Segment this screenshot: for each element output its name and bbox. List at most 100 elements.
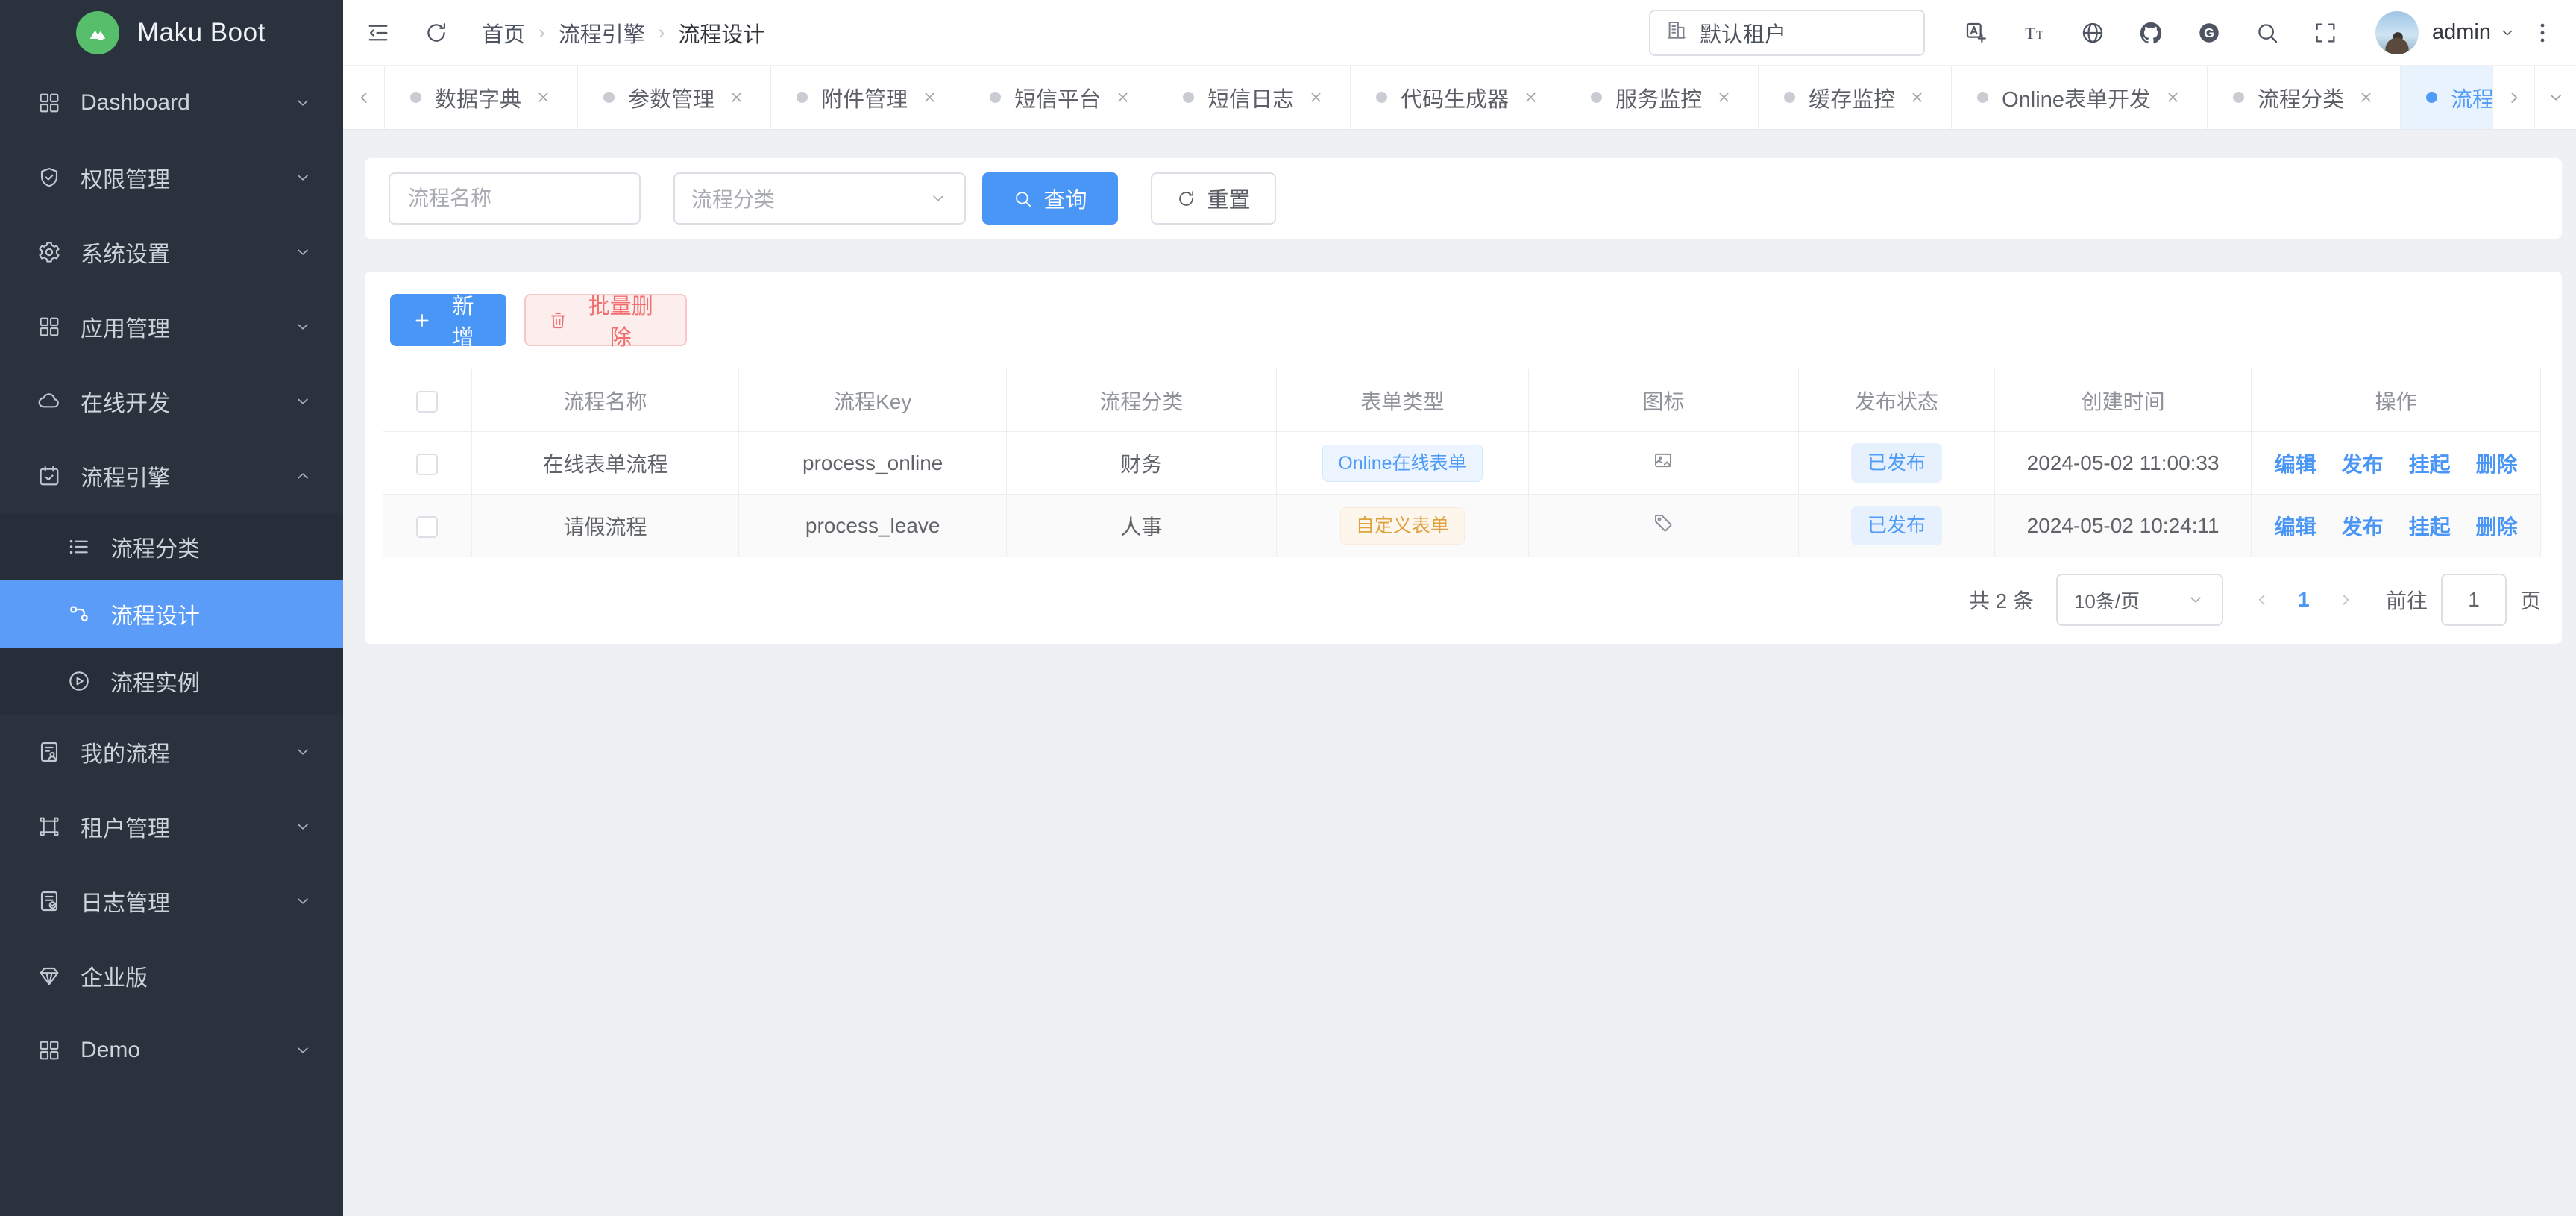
sidebar-item-9[interactable]: 企业版 xyxy=(0,938,343,1013)
tab-4[interactable]: 短信日志 xyxy=(1157,66,1351,129)
tab-9[interactable]: 流程分类 xyxy=(2208,66,2401,129)
tab-10[interactable]: 流程设计 xyxy=(2401,66,2492,129)
tenant-select[interactable]: 默认租户 xyxy=(1649,10,1925,56)
search-button[interactable] xyxy=(2255,20,2280,46)
fullscreen-button[interactable] xyxy=(2313,20,2338,46)
cell-created-at: 2024-05-02 11:00:33 xyxy=(1994,432,2251,495)
tabs-list: 数据字典参数管理 附件管理 短信平台短信日志代码生成器服务监控缓存监控Online表… xyxy=(385,66,2492,129)
tab-5[interactable]: 代码生成器 xyxy=(1351,66,1565,129)
breadcrumb-item[interactable]: 首页 xyxy=(482,17,525,48)
column-header: 操作 xyxy=(2252,369,2541,432)
close-icon[interactable] xyxy=(2164,89,2181,106)
tab-7[interactable]: 缓存监控 xyxy=(1759,66,1952,129)
close-icon[interactable] xyxy=(2357,89,2375,106)
cell-process-name: 请假流程 xyxy=(471,495,739,557)
tab-label: 附件管理 xyxy=(821,82,908,113)
github-button[interactable] xyxy=(2138,20,2164,46)
tabs-menu-button[interactable] xyxy=(2534,66,2576,129)
sidebar-subitem-0[interactable]: 流程分类 xyxy=(0,513,343,580)
sidebar-item-2[interactable]: 系统设置 xyxy=(0,215,343,289)
prev-page-button[interactable] xyxy=(2241,579,2283,621)
tab-3[interactable]: 短信平台 xyxy=(964,66,1157,129)
sidebar-item-4[interactable]: 在线开发 xyxy=(0,364,343,439)
tab-0[interactable]: 数据字典 xyxy=(385,66,578,129)
sidebar-item-label: Dashboard xyxy=(81,90,291,116)
row-action-1[interactable]: 发布 xyxy=(2342,453,2384,476)
row-action-0[interactable]: 编辑 xyxy=(2275,453,2316,476)
chevron-left-icon xyxy=(2252,590,2272,609)
row-action-3[interactable]: 删除 xyxy=(2476,453,2518,476)
tabs-scroll-right-button[interactable] xyxy=(2492,66,2534,129)
next-page-button[interactable] xyxy=(2325,579,2366,621)
tabs-scroll-left-button[interactable] xyxy=(343,66,385,129)
page-size-select[interactable]: 10条/页 xyxy=(2056,574,2223,626)
settings-menu-button[interactable] xyxy=(2530,20,2555,46)
play-circle-icon xyxy=(67,669,91,693)
close-icon[interactable] xyxy=(535,89,552,106)
form-type-badge: Online在线表单 xyxy=(1322,445,1482,482)
breadcrumb-item[interactable]: 流程引擎 xyxy=(559,17,645,48)
select-all-checkbox[interactable] xyxy=(416,391,438,413)
sidebar-item-1[interactable]: 权限管理 xyxy=(0,140,343,215)
close-icon[interactable] xyxy=(1522,89,1539,106)
row-action-1[interactable]: 发布 xyxy=(2342,515,2384,539)
add-button[interactable]: 新增 xyxy=(390,294,506,346)
tab-label: 流程设计 xyxy=(2451,82,2492,113)
tab-8[interactable]: Online表单开发 xyxy=(1952,66,2208,129)
sidebar-item-0[interactable]: Dashboard xyxy=(0,66,343,140)
gem-icon xyxy=(37,964,61,988)
grid-icon xyxy=(37,315,61,339)
process-category-select[interactable]: 流程分类 xyxy=(673,172,966,225)
column-header: 创建时间 xyxy=(1994,369,2251,432)
sidebar-item-8[interactable]: 日志管理 xyxy=(0,864,343,938)
row-action-0[interactable]: 编辑 xyxy=(2275,515,2316,539)
globe-button[interactable] xyxy=(2080,20,2105,46)
row-checkbox[interactable] xyxy=(416,454,438,475)
reset-button[interactable]: 重置 xyxy=(1151,172,1276,225)
chevron-down-icon xyxy=(291,742,315,762)
font-size-icon: TT xyxy=(2022,20,2047,46)
user-name: admin xyxy=(2432,20,2491,45)
share-icon xyxy=(67,602,91,626)
close-icon[interactable] xyxy=(921,89,938,106)
font-size-button[interactable]: TT xyxy=(2022,20,2047,46)
sidebar-item-5[interactable]: 流程引擎 xyxy=(0,439,343,513)
current-page-button[interactable]: 1 xyxy=(2283,588,2325,612)
refresh-page-button[interactable] xyxy=(424,20,449,46)
tab-1[interactable]: 参数管理 xyxy=(578,66,771,129)
close-icon[interactable] xyxy=(728,89,745,106)
row-action-2[interactable]: 挂起 xyxy=(2409,453,2451,476)
user-menu[interactable]: admin xyxy=(2375,11,2516,54)
sidebar-item-6[interactable]: 我的流程 xyxy=(0,715,343,789)
sidebar-item-label: 企业版 xyxy=(81,959,315,992)
gitee-icon: G xyxy=(2196,20,2222,46)
collapse-sidebar-button[interactable] xyxy=(365,20,391,46)
list-icon xyxy=(67,535,91,559)
sidebar-item-10[interactable]: Demo xyxy=(0,1013,343,1088)
svg-text:T: T xyxy=(2036,28,2043,41)
sidebar-subitem-1[interactable]: 流程设计 xyxy=(0,580,343,648)
grid-icon xyxy=(37,1038,61,1062)
row-action-3[interactable]: 删除 xyxy=(2476,515,2518,539)
close-icon[interactable] xyxy=(1715,89,1732,106)
close-icon[interactable] xyxy=(1114,89,1131,106)
row-action-2[interactable]: 挂起 xyxy=(2409,515,2451,539)
tab-6[interactable]: 服务监控 xyxy=(1565,66,1759,129)
close-icon[interactable] xyxy=(1307,89,1325,106)
row-checkbox[interactable] xyxy=(416,516,438,538)
sidebar-item-7[interactable]: 租户管理 xyxy=(0,789,343,864)
gitee-button[interactable]: G xyxy=(2196,20,2222,46)
breadcrumb: 首页›流程引擎›流程设计 xyxy=(482,17,764,48)
batch-delete-button[interactable]: 批量删除 xyxy=(524,294,687,346)
close-icon[interactable] xyxy=(1909,89,1926,106)
translate-button[interactable] xyxy=(1964,20,1989,46)
sidebar-item-3[interactable]: 应用管理 xyxy=(0,289,343,364)
breadcrumb-item[interactable]: 流程设计 xyxy=(678,17,764,48)
tab-2[interactable]: 附件管理 xyxy=(771,66,964,129)
search-button-label: 查询 xyxy=(1043,183,1087,214)
search-button[interactable]: 查询 xyxy=(982,172,1118,225)
goto-page-input[interactable] xyxy=(2441,574,2507,626)
sidebar-subitem-2[interactable]: 流程实例 xyxy=(0,648,343,715)
app-logo[interactable]: Maku Boot xyxy=(0,0,343,66)
process-name-input[interactable] xyxy=(389,172,641,225)
